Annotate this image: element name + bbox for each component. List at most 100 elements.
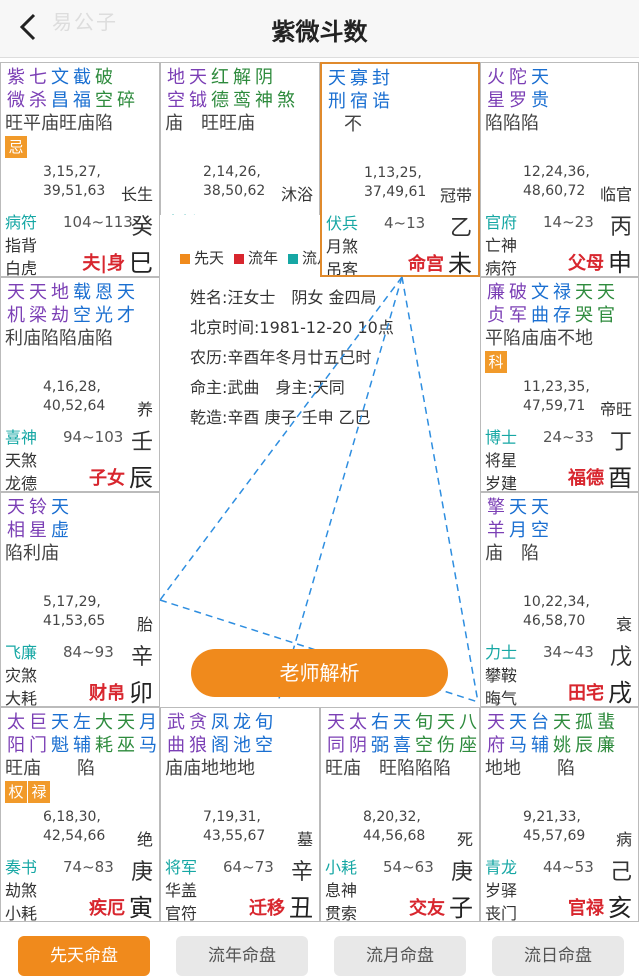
- palace-cell-mao[interactable]: 天铃天相星虚陷利庙 5,17,29, 41,53,65 胎 84~93 辛飞廉 灾煞 大耗 财帛…: [0, 492, 160, 707]
- teacher-analysis-button[interactable]: 老师解析: [191, 649, 448, 697]
- age-line: 11,23,35,: [523, 379, 590, 395]
- age-list: 9,21,33, 45,57,69: [523, 808, 585, 846]
- palace-name: 交友: [409, 898, 445, 919]
- god-3: 岁建: [485, 474, 518, 492]
- star-char: 贪: [189, 712, 207, 733]
- decade-range: 64~73: [223, 858, 274, 876]
- palace-cell-chou[interactable]: 武贪凤龙旬曲狼阁池空庙庙地地地 7,19,31, 43,55,67 墓 64~73 辛 将军…: [160, 707, 320, 922]
- star-char: 钺: [189, 90, 207, 111]
- star-char: 杀: [29, 90, 47, 111]
- legend-item: 流年: [234, 247, 278, 268]
- earthly-branch: 丑: [289, 894, 313, 922]
- star-row: 空钺德鸾神煞: [165, 90, 297, 113]
- star-char: 恩: [95, 282, 113, 303]
- minor-gods: 飞廉 灾煞 大耗: [5, 641, 38, 707]
- tab-daily-chart[interactable]: 流日命盘: [492, 936, 624, 976]
- transform-tag: 忌: [5, 136, 27, 158]
- page-title: 紫微斗数: [271, 18, 368, 46]
- god-2: 亡神: [485, 236, 518, 255]
- palace-cell-yin[interactable]: 太巨天左大天月阳门魁辅耗巫马旺庙 陷权禄 6,18,30, 42,54,66 绝 74~…: [0, 707, 160, 922]
- age-line: 9,21,33,: [523, 809, 581, 825]
- star-char: 紫: [7, 67, 25, 88]
- life-stage: 帝旺: [599, 400, 632, 419]
- age-list: 1,13,25, 37,49,61: [364, 164, 426, 202]
- star-list: 火陀天星罗贵陷陷陷: [485, 67, 551, 136]
- heavenly-stem: 己: [609, 860, 632, 885]
- palace-cell-xu[interactable]: 擎天天羊月空庙 陷 10,22,34, 46,58,70 衰 34~43 戊力士 攀鞍 晦气田…: [480, 492, 639, 707]
- info-lunar: 农历:辛酉年冬月廿五巳时: [190, 348, 372, 367]
- star-char: 右: [371, 712, 389, 733]
- star-char: 辅: [73, 735, 91, 756]
- minor-gods: 官府 亡神 病符: [485, 211, 518, 276]
- star-char: 弼: [371, 735, 389, 756]
- palace-cell-si[interactable]: 紫七文截破微杀昌福空碎旺平庙旺庙陷忌 3,15,27, 39,51,63 长生 104~…: [0, 62, 160, 277]
- star-char: 才: [117, 305, 135, 326]
- palace-cell-hai[interactable]: 天天台天孤蜚府马辅姚辰廉地地 陷 9,21,33, 45,57,69 病 44~53 己青…: [480, 707, 639, 922]
- decade-range: 44~53: [543, 858, 594, 876]
- star-char: 寡: [350, 68, 368, 89]
- star-char: 星: [29, 520, 47, 541]
- age-line: 1,13,25,: [364, 165, 422, 181]
- tab-innate-chart[interactable]: 先天命盘: [18, 936, 150, 976]
- star-row: 擎天天: [485, 497, 551, 520]
- tab-monthly-chart[interactable]: 流月命盘: [334, 936, 466, 976]
- tab-yearly-chart[interactable]: 流年命盘: [176, 936, 308, 976]
- star-char: 昌: [51, 90, 69, 111]
- star-char: 同: [327, 735, 345, 756]
- brightness-row: 旺庙 旺陷陷陷: [325, 758, 451, 779]
- earthly-branch: 辰: [129, 464, 153, 492]
- legend-label: 先天: [194, 249, 225, 267]
- palace-cell-wei[interactable]: 天寡封刑宿诰 不 1,13,25, 37,49,61 冠带 4~13 乙伏兵 月煞 吊客 命宫未: [320, 62, 480, 277]
- star-char: 天: [531, 497, 549, 518]
- age-list: 7,19,31, 43,55,67: [203, 808, 265, 846]
- star-char: 天: [437, 712, 455, 733]
- star-char: 微: [7, 90, 25, 111]
- legend-swatch: [288, 253, 299, 264]
- palace-cell-chen[interactable]: 天天地载恩天机梁劫空光才利庙陷陷庙陷 4,16,28, 40,52,64 养 94~10…: [0, 277, 160, 492]
- star-char: 旬: [255, 712, 273, 733]
- god-2: 天煞: [5, 451, 38, 470]
- header-bar: 易公子 紫微斗数: [0, 0, 639, 58]
- star-char: 狼: [189, 735, 207, 756]
- star-list: 擎天天羊月空庙 陷: [485, 497, 551, 566]
- star-list: 天天台天孤蜚府马辅姚辰廉地地 陷: [485, 712, 617, 781]
- palace-name: 迁移: [249, 898, 285, 919]
- star-char: 马: [509, 735, 527, 756]
- minor-gods: 病符 指背 白虎: [5, 211, 37, 276]
- star-char: 门: [29, 735, 47, 756]
- god-3: 大耗: [5, 689, 38, 707]
- star-char: 马: [139, 735, 157, 756]
- god-2: 岁驿: [485, 881, 518, 900]
- palace-cell-shen[interactable]: 火陀天星罗贵陷陷陷 12,24,36, 48,60,72 临官 14~23 丙 官府 亡神 病符…: [480, 62, 639, 277]
- star-row: 廉破文禄天天: [485, 282, 617, 305]
- brightness-row: 旺庙 陷: [5, 758, 95, 779]
- life-stage: 绝: [136, 830, 153, 849]
- heavenly-stem: 丁: [609, 430, 632, 455]
- god-1: 官府: [485, 213, 518, 232]
- minor-gods: 力士 攀鞍 晦气: [485, 641, 517, 706]
- star-row: 刑宿诰: [326, 91, 392, 114]
- god-3: 小耗: [5, 904, 38, 922]
- star-char: 太: [349, 712, 367, 733]
- palace-cell-zi[interactable]: 天太右天旬天八同阴弼喜空伤座旺庙 旺陷陷陷 8,20,32, 44,56,68 死 54…: [320, 707, 480, 922]
- transform-tags: 科: [485, 351, 617, 373]
- star-row: 地天红解阴: [165, 67, 297, 90]
- age-line: 7,19,31,: [203, 809, 261, 825]
- star-list: 天铃天相星虚陷利庙: [5, 497, 71, 566]
- star-row: 贞军曲存哭官: [485, 305, 617, 328]
- palace-cell-you[interactable]: 廉破文禄天天贞军曲存哭官平陷庙庙不地科 11,23,35, 47,59,71 帝旺 24…: [480, 277, 639, 492]
- palace-name: 田宅: [568, 683, 604, 704]
- heavenly-stem: 辛: [130, 645, 153, 670]
- god-1: 奏书: [5, 858, 38, 877]
- age-line: 2,14,26,: [203, 164, 261, 180]
- god-3: 官符: [165, 904, 198, 922]
- god-1: 飞廉: [5, 643, 38, 662]
- age-list: 2,14,26, 38,50,62: [203, 163, 265, 201]
- star-char: 陀: [509, 67, 527, 88]
- star-char: 存: [553, 305, 571, 326]
- age-line: 48,60,72: [523, 183, 586, 199]
- star-row: 府马辅姚辰廉: [485, 735, 617, 758]
- star-row: 羊月空: [485, 520, 551, 543]
- star-char: 刑: [328, 91, 346, 112]
- star-char: 贞: [487, 305, 505, 326]
